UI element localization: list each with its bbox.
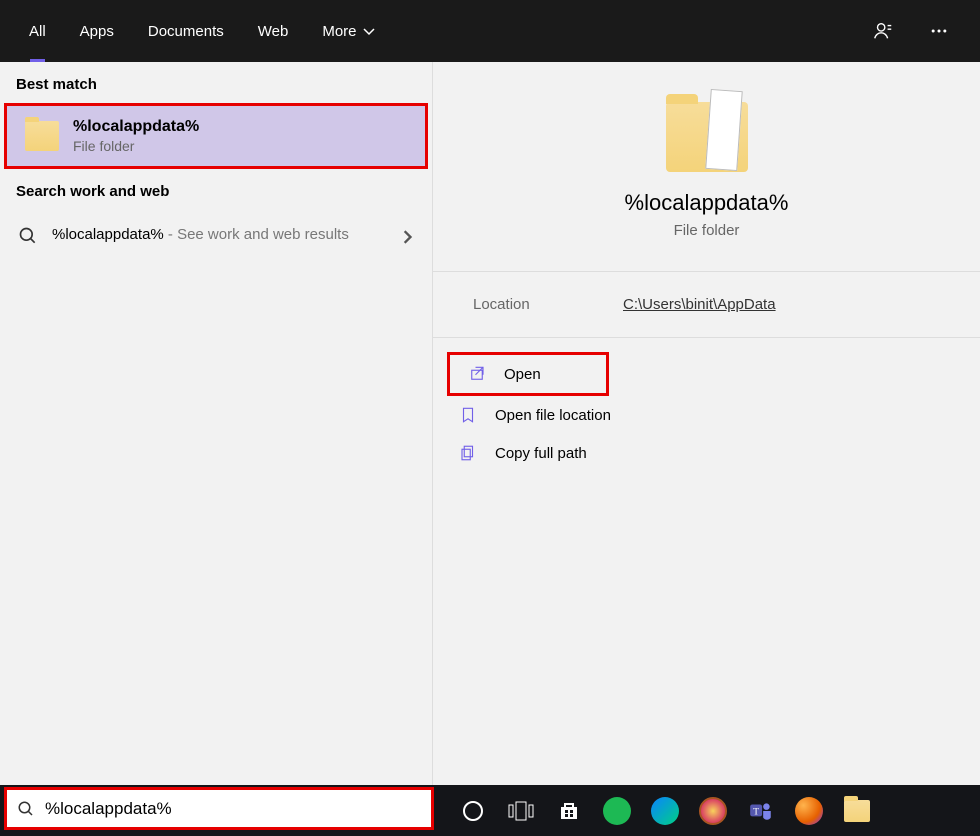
spotify-icon[interactable] bbox=[602, 796, 632, 826]
copy-icon bbox=[459, 444, 477, 462]
action-label: Open bbox=[504, 366, 541, 383]
location-value[interactable]: C:\Users\binit\AppData bbox=[623, 296, 776, 313]
section-best-match: Best match bbox=[0, 62, 432, 103]
action-open[interactable]: Open bbox=[447, 352, 609, 396]
tab-apps[interactable]: Apps bbox=[63, 0, 131, 62]
result-subtitle: File folder bbox=[73, 138, 199, 154]
search-icon bbox=[18, 226, 38, 251]
tab-all[interactable]: All bbox=[12, 0, 63, 62]
location-row: Location C:\Users\binit\AppData bbox=[433, 271, 980, 337]
feedback-icon[interactable] bbox=[868, 16, 898, 46]
action-open-location[interactable]: Open file location bbox=[441, 396, 972, 434]
best-match-result[interactable]: %localappdata% File folder bbox=[4, 103, 428, 169]
search-icon bbox=[17, 800, 35, 818]
chrome-icon[interactable] bbox=[794, 796, 824, 826]
web-search-result[interactable]: %localappdata% - See work and web result… bbox=[0, 210, 432, 265]
more-options-icon[interactable] bbox=[924, 16, 954, 46]
tab-more[interactable]: More bbox=[305, 0, 391, 62]
tab-label: Documents bbox=[148, 23, 224, 40]
preview-title: %localappdata% bbox=[625, 190, 789, 216]
open-icon bbox=[468, 365, 486, 383]
explorer-icon[interactable] bbox=[842, 796, 872, 826]
location-icon bbox=[459, 406, 477, 424]
section-work-web: Search work and web bbox=[0, 169, 432, 210]
search-results-panel: Best match %localappdata% File folder Se… bbox=[0, 62, 980, 785]
teams-icon[interactable]: T bbox=[746, 796, 776, 826]
cortana-icon[interactable] bbox=[458, 796, 488, 826]
svg-text:T: T bbox=[753, 806, 759, 817]
task-view-icon[interactable] bbox=[506, 796, 536, 826]
chevron-right-icon bbox=[400, 230, 414, 249]
web-rest: - See work and web results bbox=[164, 226, 349, 243]
tab-label: All bbox=[29, 23, 46, 40]
tab-web[interactable]: Web bbox=[241, 0, 306, 62]
chevron-down-icon bbox=[363, 25, 375, 37]
store-icon[interactable] bbox=[554, 796, 584, 826]
tab-documents[interactable]: Documents bbox=[131, 0, 241, 62]
preview-subtitle: File folder bbox=[674, 222, 740, 239]
taskbar-search-box[interactable] bbox=[4, 787, 434, 830]
action-copy-path[interactable]: Copy full path bbox=[441, 434, 972, 472]
search-filter-tabs: All Apps Documents Web More bbox=[0, 0, 980, 62]
web-result-text: %localappdata% - See work and web result… bbox=[52, 224, 386, 245]
tab-label: More bbox=[322, 23, 356, 40]
action-list: Open Open file location Copy full path bbox=[433, 337, 980, 486]
action-label: Copy full path bbox=[495, 445, 587, 462]
paint-icon[interactable] bbox=[698, 796, 728, 826]
preview-pane: %localappdata% File folder Location C:\U… bbox=[433, 62, 980, 785]
tab-label: Web bbox=[258, 23, 289, 40]
folder-icon bbox=[25, 121, 59, 151]
result-title: %localappdata% bbox=[73, 118, 199, 136]
taskbar: T bbox=[0, 785, 980, 836]
action-label: Open file location bbox=[495, 407, 611, 424]
folder-large-icon bbox=[666, 102, 748, 172]
results-list: Best match %localappdata% File folder Se… bbox=[0, 62, 433, 785]
tab-label: Apps bbox=[80, 23, 114, 40]
location-label: Location bbox=[473, 296, 623, 313]
web-query: %localappdata% bbox=[52, 226, 164, 243]
search-input[interactable] bbox=[45, 799, 421, 819]
edge-icon[interactable] bbox=[650, 796, 680, 826]
